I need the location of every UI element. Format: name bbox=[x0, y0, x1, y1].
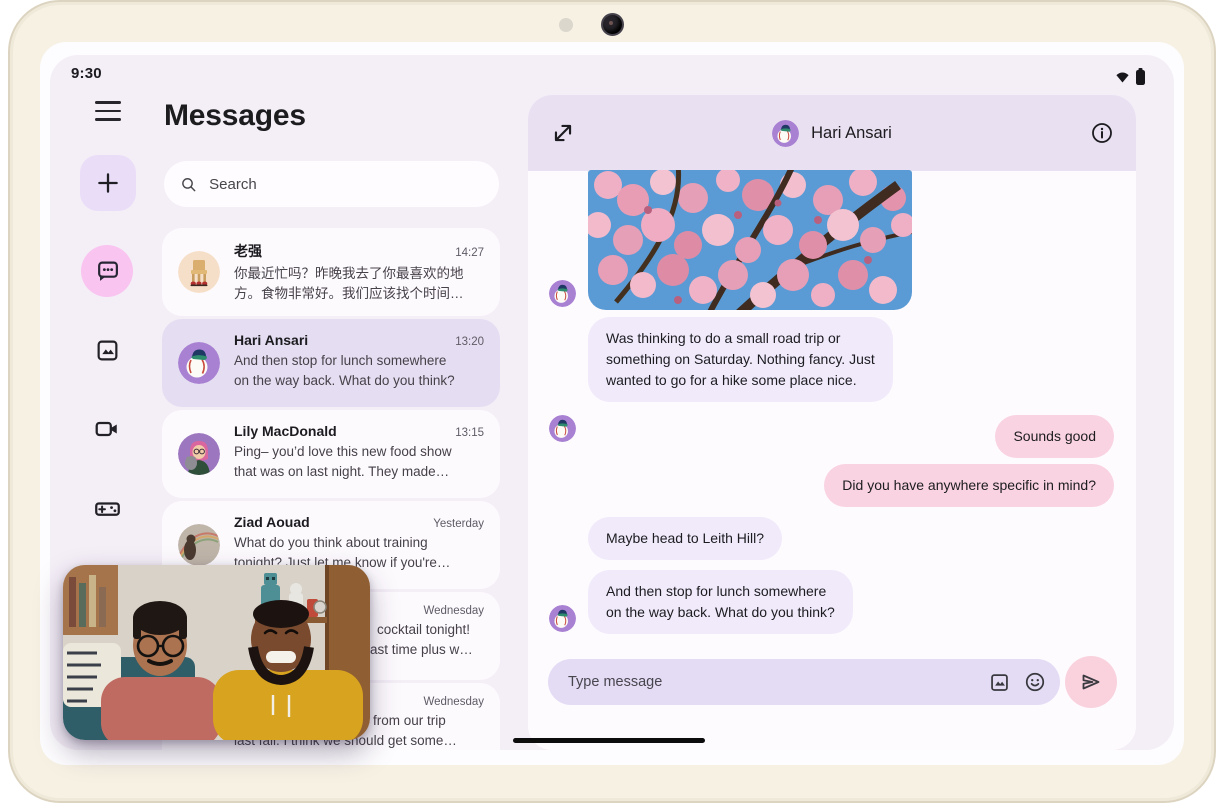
search-icon bbox=[180, 175, 197, 194]
avatar bbox=[178, 251, 220, 293]
rail-item-games[interactable] bbox=[81, 482, 133, 534]
chat-pane: Hari Ansari bbox=[528, 95, 1136, 750]
conversation-laoqiang[interactable]: 老强 14:27 你最近忙吗？昨晚我去了你最喜欢的地 方。食物非常好。我们应该找个… bbox=[162, 228, 500, 316]
conversation-time: Wednesday bbox=[423, 696, 484, 708]
gesture-navigation-bar[interactable] bbox=[513, 738, 705, 743]
light-sensor-dot bbox=[559, 18, 573, 32]
conversation-time: Wednesday bbox=[423, 605, 484, 617]
navigation-rail bbox=[81, 245, 133, 534]
conversation-preview: cocktail tonight! bbox=[377, 620, 484, 640]
conversation-time: 14:27 bbox=[455, 247, 484, 259]
search-input[interactable] bbox=[209, 176, 483, 193]
sent-message[interactable]: Sounds good bbox=[995, 415, 1114, 458]
conversation-preview: from our trip bbox=[373, 711, 484, 731]
chat-bubble-icon bbox=[95, 259, 120, 284]
conversation-preview: And then stop for lunch somewhere bbox=[234, 351, 484, 371]
battery-icon bbox=[1135, 68, 1146, 85]
photo-icon bbox=[95, 338, 120, 363]
page-title: Messages bbox=[164, 99, 306, 133]
avatar bbox=[178, 342, 220, 384]
search-bar[interactable] bbox=[164, 161, 499, 207]
menu-icon[interactable] bbox=[95, 101, 121, 121]
tablet-device: 9:30 Messages bbox=[0, 0, 1224, 803]
conversation-preview: What do you think about training bbox=[234, 533, 484, 553]
cherry-blossom-image bbox=[588, 170, 912, 310]
conversation-name: Lily MacDonald bbox=[234, 423, 337, 439]
conversation-lily-macdonald[interactable]: Lily MacDonald 13:15 Ping– you’d love thi… bbox=[162, 410, 500, 498]
status-time: 9:30 bbox=[71, 65, 102, 82]
sender-avatar bbox=[549, 605, 576, 632]
gamepad-icon bbox=[94, 495, 121, 522]
conversation-time: 13:15 bbox=[455, 427, 484, 439]
conversation-name: Ziad Aouad bbox=[234, 514, 310, 530]
conversation-time: Yesterday bbox=[433, 518, 484, 530]
info-button[interactable] bbox=[1090, 121, 1114, 145]
video-call-frame bbox=[63, 565, 370, 740]
conversation-name: Hari Ansari bbox=[234, 332, 308, 348]
send-icon bbox=[1079, 670, 1103, 694]
image-icon[interactable] bbox=[989, 672, 1010, 693]
camera-glint bbox=[609, 21, 613, 25]
conversation-preview: on the way back. What do you think? bbox=[234, 371, 484, 391]
photo-message-cherry-blossoms[interactable] bbox=[588, 170, 912, 310]
received-message[interactable]: Maybe head to Leith Hill? bbox=[588, 517, 782, 560]
message-composer[interactable] bbox=[548, 659, 1060, 705]
conversation-preview: ast time plus w… bbox=[370, 640, 484, 660]
received-message[interactable]: And then stop for lunch somewhere on the… bbox=[588, 570, 853, 634]
chat-title-group: Hari Ansari bbox=[528, 95, 1136, 171]
video-camera-icon bbox=[94, 416, 120, 442]
composer-icons bbox=[989, 671, 1046, 693]
avatar bbox=[178, 433, 220, 475]
conversation-name: 老强 bbox=[234, 241, 262, 261]
conversation-preview: Ping– you’d love this new food show bbox=[234, 442, 484, 462]
rail-item-chats[interactable] bbox=[81, 245, 133, 297]
message-input[interactable] bbox=[568, 674, 989, 690]
video-call-pip-window[interactable] bbox=[63, 565, 370, 740]
conversation-hari-ansari[interactable]: Hari Ansari 13:20 And then stop for lunch… bbox=[162, 319, 500, 407]
rail-item-gallery[interactable] bbox=[81, 324, 133, 376]
new-conversation-button[interactable] bbox=[80, 155, 136, 211]
emoji-icon[interactable] bbox=[1024, 671, 1046, 693]
conversation-preview: 你最近忙吗？昨晚我去了你最喜欢的地 bbox=[234, 264, 484, 284]
sent-message[interactable]: Did you have anywhere specific in mind? bbox=[824, 464, 1114, 507]
conversation-preview: 方。食物非常好。我们应该找个时间… bbox=[234, 284, 484, 304]
received-message[interactable]: Was thinking to do a small road trip or … bbox=[588, 317, 893, 402]
chat-contact-name: Hari Ansari bbox=[811, 124, 892, 143]
avatar bbox=[178, 524, 220, 566]
plus-icon bbox=[95, 170, 121, 196]
rail-item-video[interactable] bbox=[81, 403, 133, 455]
sender-avatar bbox=[549, 415, 576, 442]
info-icon bbox=[1090, 121, 1114, 145]
conversation-preview: that was on last night. They made… bbox=[234, 462, 484, 482]
status-icons bbox=[1115, 68, 1146, 85]
conversation-time: 13:20 bbox=[455, 336, 484, 348]
contact-avatar bbox=[772, 120, 799, 147]
sender-avatar bbox=[549, 280, 576, 307]
send-button[interactable] bbox=[1065, 656, 1117, 708]
front-camera bbox=[601, 13, 624, 36]
wifi-icon bbox=[1115, 71, 1130, 83]
